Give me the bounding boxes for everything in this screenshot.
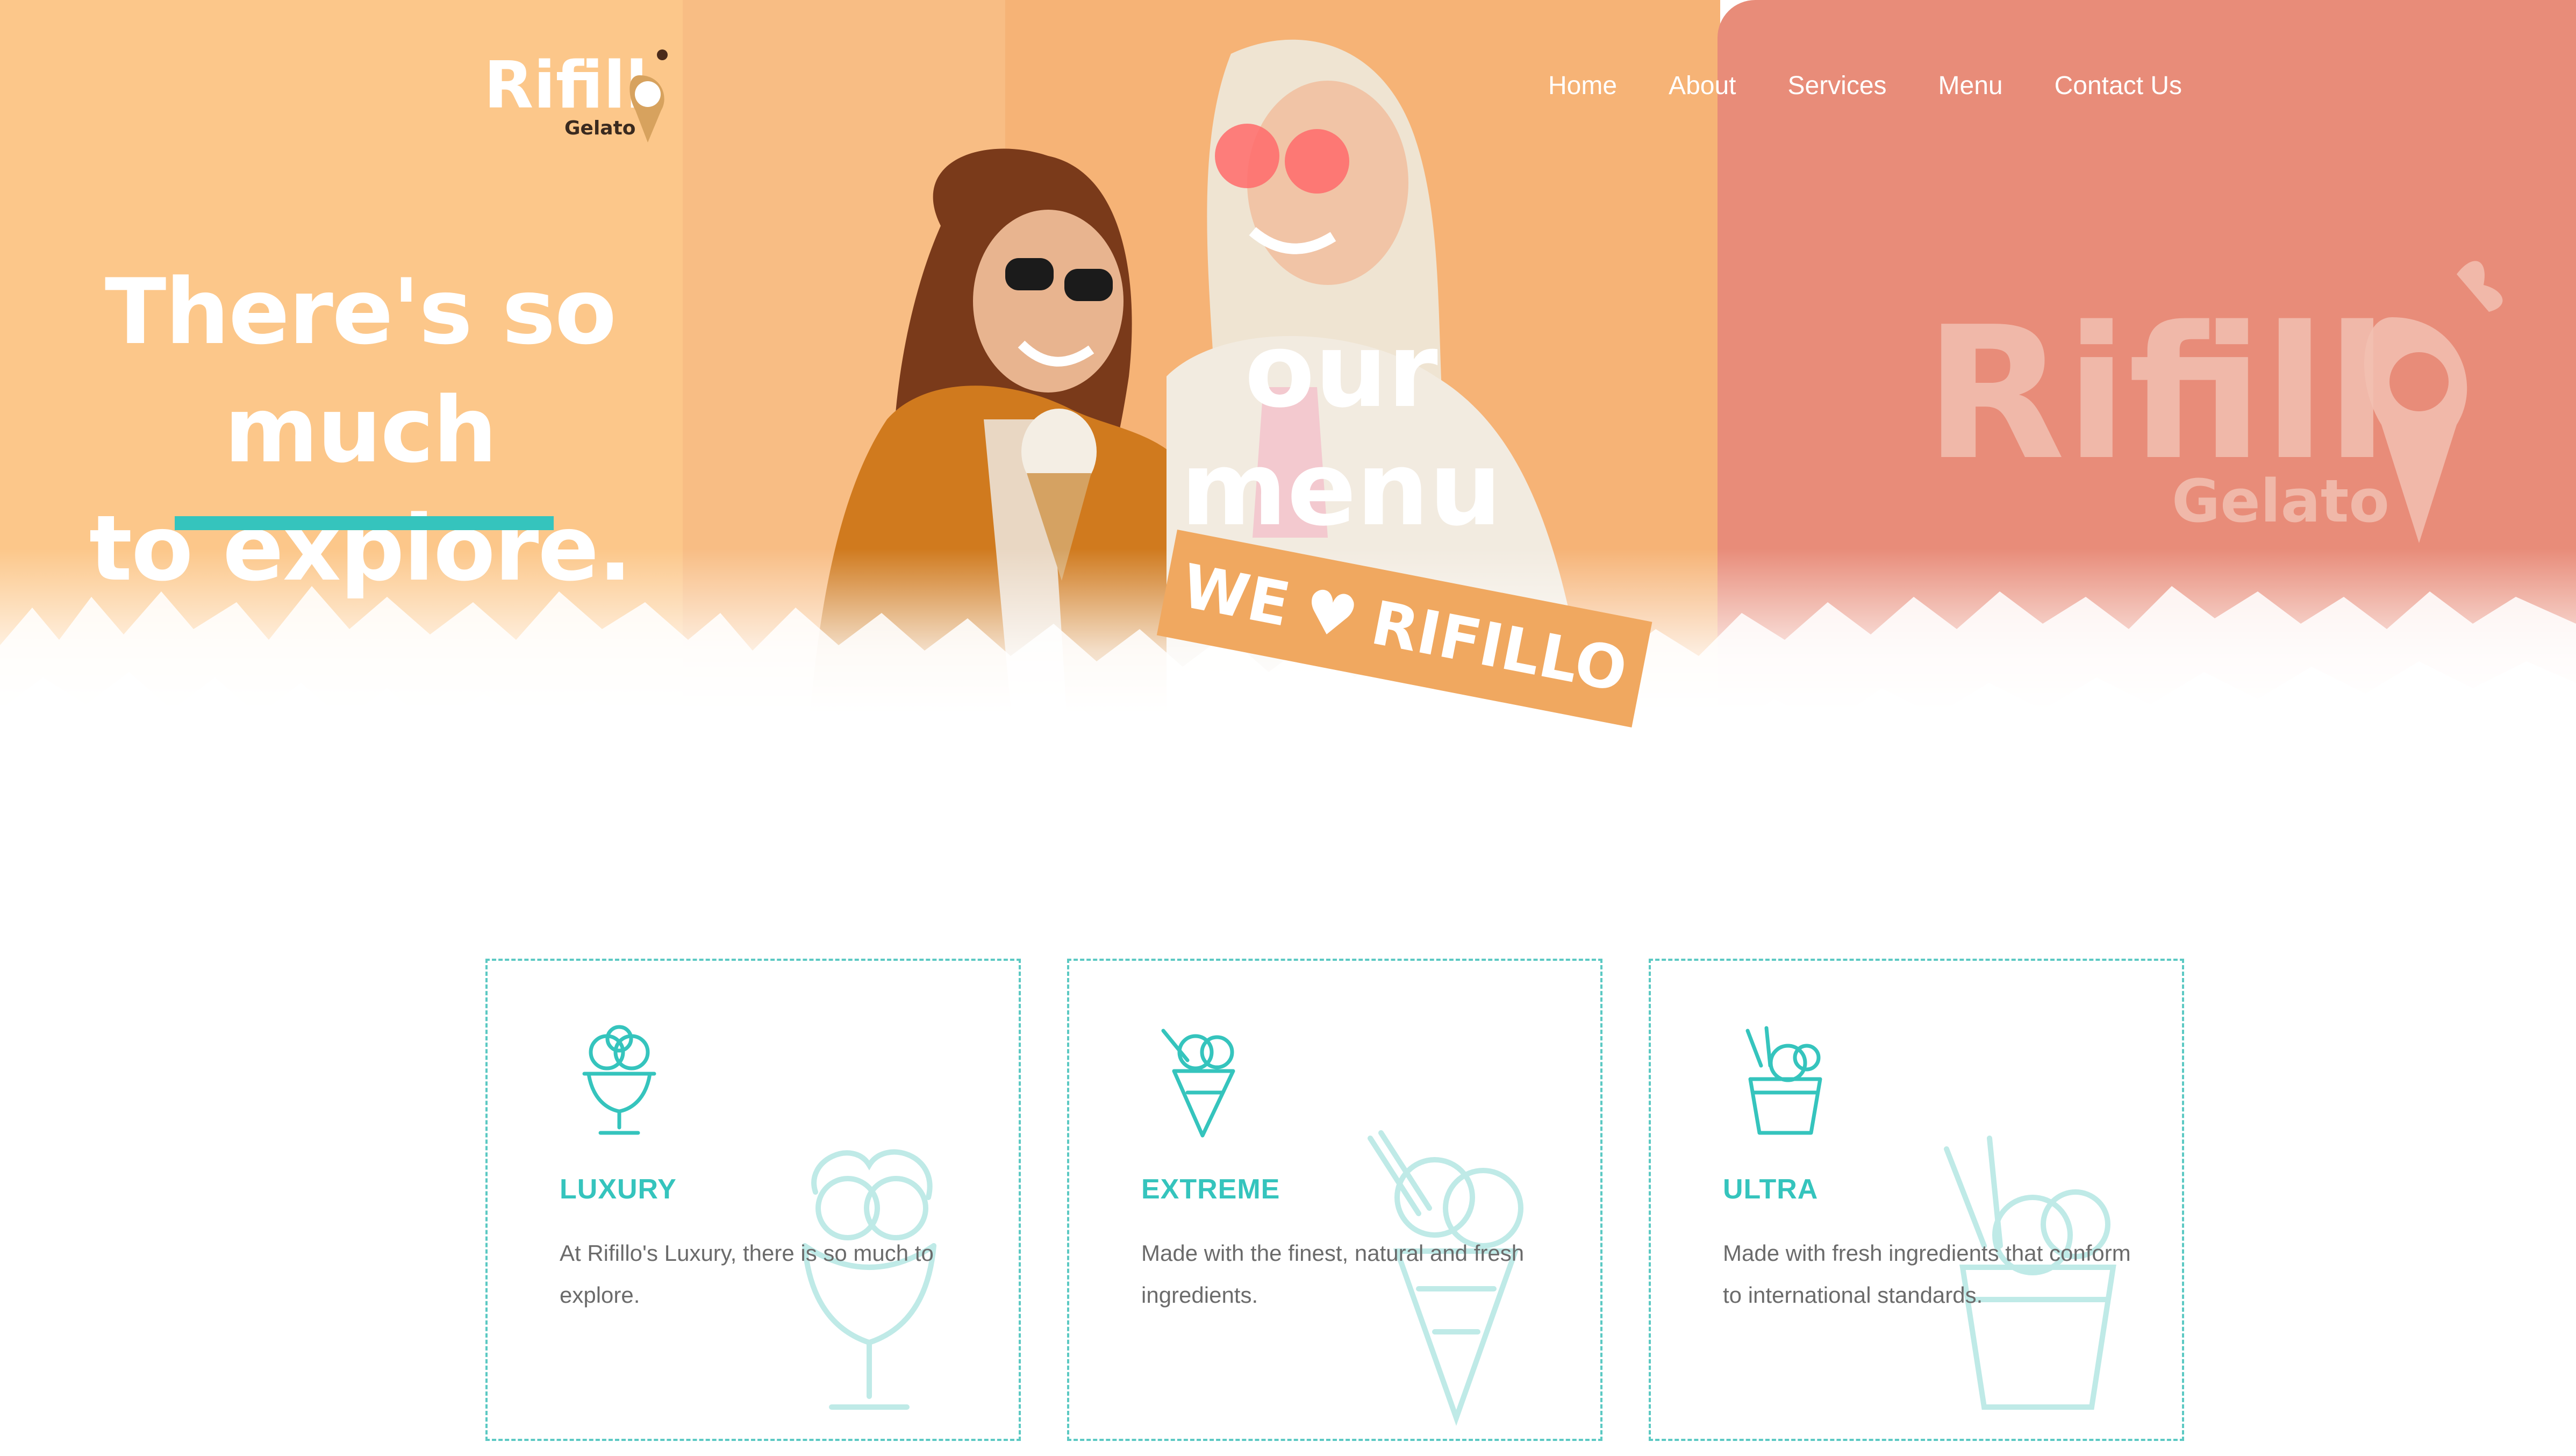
card-title: EXTREME: [1141, 1174, 1280, 1205]
card-extreme[interactable]: EXTREME Made with the finest, natural an…: [1067, 959, 1602, 1441]
cup-icon: [1745, 1026, 1822, 1135]
main-nav: Home About Services Menu Contact Us: [1548, 67, 2182, 105]
heart-icon: ♥: [1298, 575, 1363, 653]
logo-wordmark: Rifill: [484, 48, 648, 123]
sundae-icon: [582, 1025, 656, 1135]
card-description: At Rifillo's Luxury, there is so much to…: [560, 1240, 934, 1308]
nav-about[interactable]: About: [1669, 67, 1736, 105]
brand-logo[interactable]: Rifill Gelato: [484, 43, 677, 145]
card-title: LUXURY: [560, 1174, 677, 1205]
hero-headline: There's so much to explore.: [0, 253, 720, 608]
card-title: ULTRA: [1723, 1174, 1819, 1205]
cone-icon: [1161, 1029, 1235, 1138]
our-menu-title: our menu: [1180, 311, 1502, 548]
nav-services[interactable]: Services: [1787, 67, 1886, 105]
card-description: Made with fresh ingredients that conform…: [1723, 1240, 2131, 1308]
card-luxury[interactable]: LUXURY At Rifillo's Luxury, there is so …: [485, 959, 1021, 1441]
card-ultra[interactable]: ULTRA Made with fresh ingredients that c…: [1649, 959, 2184, 1441]
accent-underline: [175, 516, 554, 530]
nav-home[interactable]: Home: [1548, 67, 1617, 105]
banner-text-we: WE: [1176, 551, 1296, 640]
hero-headline-line2: to explore.: [89, 496, 632, 601]
nav-menu[interactable]: Menu: [1938, 67, 2003, 105]
nav-contact-us[interactable]: Contact Us: [2055, 67, 2182, 105]
svg-text:Gelato: Gelato: [564, 117, 636, 139]
card-description: Made with the finest, natural and fresh …: [1141, 1240, 1525, 1308]
svg-text:Gelato: Gelato: [2172, 467, 2389, 536]
hero-section: Rifill Gelato Rifill Gelato Home About S…: [0, 0, 2576, 763]
hero-headline-line1: There's so much: [104, 259, 617, 483]
brand-watermark-logo: Rifill Gelato: [1924, 261, 2503, 543]
